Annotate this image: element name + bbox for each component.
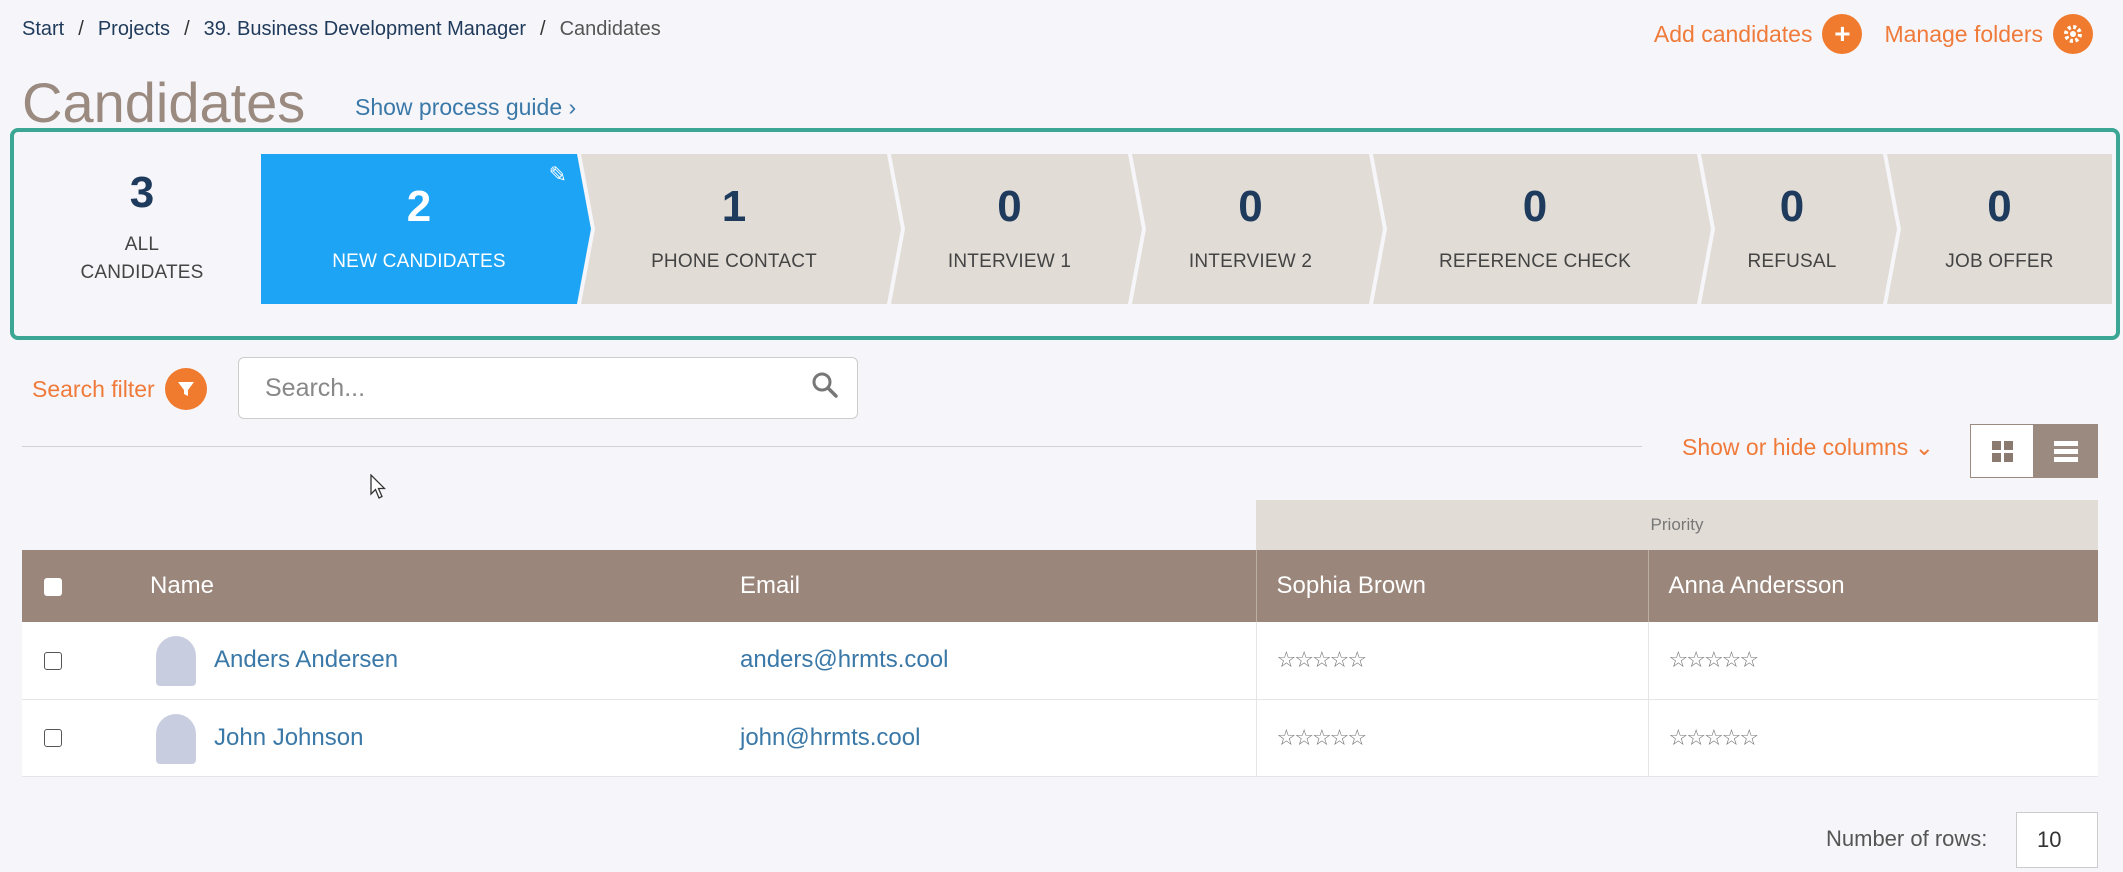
plus-icon: + [1822, 14, 1863, 54]
breadcrumb-start[interactable]: Start [22, 18, 64, 41]
stage-count: 0 [1779, 182, 1805, 231]
stage-label: NEW CANDIDATES [332, 251, 506, 272]
column-rater-1[interactable]: Sophia Brown [1255, 550, 1648, 622]
breadcrumb-separator: / [540, 18, 546, 40]
column-rater-2[interactable]: Anna Andersson [1647, 550, 2098, 622]
stage-interview-1[interactable]: 0 INTERVIEW 1 [891, 154, 1142, 304]
list-icon [2054, 440, 2078, 462]
stage-arrow [1697, 154, 1711, 304]
page-title: Candidates [22, 71, 306, 134]
priority-header: Priority [1256, 500, 2098, 550]
top-actions: Add candidates + Manage folders [1654, 14, 2093, 54]
search-filter-label: Search filter [32, 375, 155, 402]
add-candidates-button[interactable]: Add candidates + [1654, 14, 1863, 54]
stage-arrow [1369, 154, 1383, 304]
stage-arrow [1883, 154, 1897, 304]
stage-count: 1 [721, 182, 747, 231]
stage-count: 0 [1238, 182, 1263, 231]
stage-all-candidates[interactable]: 3 ALL CANDIDATES [22, 154, 262, 304]
stage-job-offer[interactable]: 0 JOB OFFER [1887, 154, 2112, 304]
email-cell: john@hrmts.cool [720, 699, 1256, 776]
row-checkbox[interactable] [44, 651, 62, 670]
stage-label: REFUSAL [1747, 251, 1837, 272]
column-name[interactable]: Name [130, 550, 720, 622]
view-toggle [1970, 424, 2098, 478]
grid-view-button[interactable] [1970, 424, 2034, 478]
manage-folders-button[interactable]: Manage folders [1884, 14, 2093, 54]
add-candidates-label: Add candidates [1653, 20, 1813, 47]
table-header-row: Name Email Sophia Brown Anna Andersson [22, 550, 2098, 622]
stage-arrow [577, 154, 591, 304]
list-view-button[interactable] [2034, 424, 2098, 478]
stage-count: 0 [997, 182, 1022, 231]
candidates-table: Name Email Sophia Brown Anna Andersson A… [22, 550, 2098, 777]
stage-refusal[interactable]: 0 REFUSAL [1701, 154, 1897, 304]
pencil-icon[interactable]: ✎ [549, 162, 567, 188]
row-select-cell [22, 622, 130, 699]
pipeline-stages: 3 ALL CANDIDATES ✎ 2 NEW CANDIDATES 1 PH… [10, 128, 2120, 340]
star-rating[interactable]: ☆☆☆☆☆ [1669, 647, 1760, 672]
stage-new-candidates[interactable]: ✎ 2 NEW CANDIDATES [261, 154, 591, 304]
stage-label: INTERVIEW 2 [1188, 251, 1313, 272]
stage-phone-contact[interactable]: 1 PHONE CONTACT [581, 154, 901, 304]
name-cell: Anders Andersen [130, 622, 720, 699]
breadcrumb-separator: / [78, 18, 84, 40]
breadcrumb-project[interactable]: 39. Business Development Manager [204, 18, 526, 41]
candidate-name-link[interactable]: Anders Andersen [214, 646, 398, 674]
stage-count: 0 [1522, 182, 1548, 231]
row-checkbox[interactable] [44, 729, 62, 748]
select-all-cell [22, 550, 130, 622]
show-hide-columns-button[interactable]: Show or hide columns ⌄ [1682, 434, 1934, 461]
stage-label: REFERENCE CHECK [1439, 251, 1631, 272]
gear-icon [2053, 14, 2093, 54]
stage-label: CANDIDATES [80, 262, 204, 283]
star-rating[interactable]: ☆☆☆☆☆ [1277, 647, 1368, 672]
avatar [150, 711, 202, 764]
email-cell: anders@hrmts.cool [720, 622, 1256, 699]
stage-label: PHONE CONTACT [651, 251, 817, 272]
star-rating[interactable]: ☆☆☆☆☆ [1669, 725, 1760, 750]
stage-reference-check[interactable]: 0 REFERENCE CHECK [1373, 154, 1711, 304]
breadcrumb-separator: / [184, 18, 190, 40]
stage-count: 0 [1987, 182, 2012, 231]
avatar [150, 634, 202, 687]
search-icon[interactable] [811, 371, 839, 406]
table-row: John Johnson john@hrmts.cool ☆☆☆☆☆ ☆☆☆☆☆ [22, 699, 2098, 776]
breadcrumb: Start / Projects / 39. Business Developm… [22, 18, 661, 41]
funnel-icon [164, 368, 207, 410]
stage-count: 3 [129, 168, 155, 217]
stage-label: INTERVIEW 1 [947, 251, 1072, 272]
candidate-name-link[interactable]: John Johnson [214, 724, 363, 752]
stage-interview-2[interactable]: 0 INTERVIEW 2 [1132, 154, 1383, 304]
grid-icon [1991, 440, 2013, 462]
stage-count: 2 [406, 182, 432, 231]
stage-arrow [887, 154, 901, 304]
search-filter-toggle[interactable]: Search filter [32, 368, 207, 410]
rating-cell: ☆☆☆☆☆ [1647, 622, 2098, 699]
candidate-email-link[interactable]: john@hrmts.cool [740, 724, 920, 751]
show-process-guide-link[interactable]: Show process guide › [355, 94, 576, 121]
breadcrumb-current: Candidates [559, 18, 661, 40]
manage-folders-label: Manage folders [1884, 20, 2043, 47]
table-row: Anders Andersen anders@hrmts.cool ☆☆☆☆☆ … [22, 622, 2098, 699]
rating-cell: ☆☆☆☆☆ [1647, 699, 2098, 776]
breadcrumb-projects[interactable]: Projects [98, 18, 170, 41]
rating-cell: ☆☆☆☆☆ [1255, 622, 1648, 699]
rows-per-page-input[interactable]: 10 [2016, 812, 2098, 868]
candidate-email-link[interactable]: anders@hrmts.cool [740, 646, 948, 673]
stage-arrow [1128, 154, 1142, 304]
rating-cell: ☆☆☆☆☆ [1255, 699, 1648, 776]
divider [22, 446, 1642, 447]
stage-label: ALL [124, 234, 160, 255]
search-box [238, 357, 858, 419]
select-all-checkbox[interactable] [44, 577, 62, 596]
rows-per-page-label: Number of rows: [1826, 826, 1988, 851]
row-select-cell [22, 699, 130, 776]
stage-label: JOB OFFER [1945, 251, 2054, 272]
name-cell: John Johnson [130, 699, 720, 776]
star-rating[interactable]: ☆☆☆☆☆ [1277, 725, 1368, 750]
column-email[interactable]: Email [720, 550, 1256, 622]
search-input[interactable] [265, 373, 811, 403]
mouse-cursor-icon [370, 474, 386, 499]
